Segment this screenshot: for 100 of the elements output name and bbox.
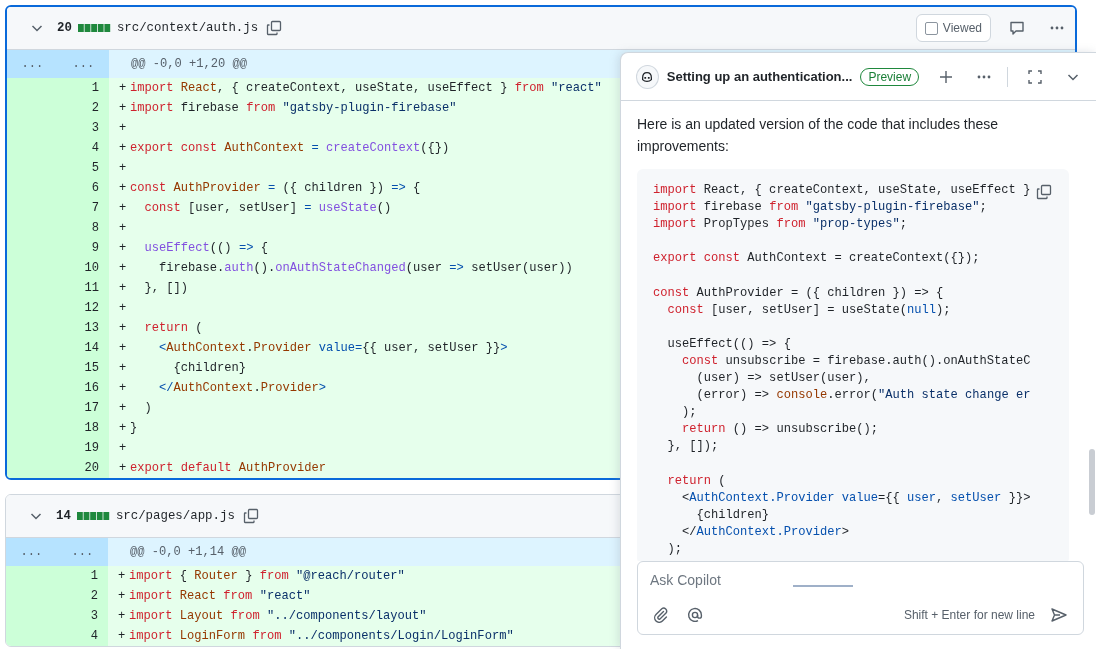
expand-button[interactable]: ...	[6, 538, 57, 566]
code-line: </AuthContext.Provider>	[681, 524, 849, 539]
diff-sign: +	[118, 588, 127, 605]
line-number: 2	[90, 100, 100, 117]
line-number: 19	[83, 440, 100, 457]
line-number: 15	[83, 360, 100, 377]
code-line: </AuthContext.Provider>	[158, 380, 326, 397]
line-number: 5	[90, 160, 100, 177]
diff-sign: +	[119, 280, 128, 297]
viewed-button[interactable]: Viewed	[915, 14, 991, 42]
diff-sign: +	[119, 240, 128, 257]
diff-sign: +	[119, 400, 128, 417]
line-count: 14	[56, 509, 71, 523]
line-number: 9	[90, 240, 100, 257]
diff-sign: +	[119, 260, 128, 277]
line-number: 8	[90, 220, 100, 237]
line-number: 20	[83, 460, 100, 477]
line-number: 2	[89, 588, 99, 605]
line-number: 1	[89, 568, 99, 585]
diff-sign: +	[119, 200, 128, 217]
code-line: return (	[666, 473, 726, 488]
code-line: export const AuthContext = createContext({})	[130, 140, 450, 157]
hunk-header: @@ -0,0 +1,20 @@	[131, 56, 248, 73]
diff-sign: +	[119, 300, 128, 317]
code-line: {children}	[695, 507, 770, 522]
chat-title: Setting up an authentication...	[666, 69, 853, 84]
expand-button[interactable]: ...	[7, 50, 58, 78]
code-line: const [user, setUser] = useState()	[143, 200, 392, 217]
code-line: import { Router } from "@reach/router"	[129, 568, 405, 585]
code-line: import Layout from "../components/layout"	[129, 608, 427, 625]
code-line: }, []);	[666, 439, 719, 454]
code-line: );	[681, 405, 697, 420]
code-line: const AuthProvider = ({ children }) => {	[653, 285, 944, 300]
code-line: import React, { createContext, useState, useEffect } from "react"	[130, 80, 602, 97]
line-count: 20	[57, 21, 72, 35]
code-line: import firebase from "gatsby-plugin-firebase"	[130, 100, 457, 117]
code-line: const AuthProvider = ({ children }) => {	[130, 180, 421, 197]
file-path[interactable]: src/context/auth.js	[116, 21, 259, 35]
code-line: <AuthContext.Provider value={{ user, setUser }}>	[681, 490, 1031, 505]
line-number: 4	[89, 628, 99, 645]
diffstat-icon	[76, 512, 110, 520]
code-line: export const AuthContext = createContext({});	[653, 251, 980, 266]
code-line: import React from "react"	[129, 588, 311, 605]
hunk-header: @@ -0,0 +1,14 @@	[130, 544, 247, 561]
line-number: 16	[83, 380, 100, 397]
line-number: 10	[83, 260, 100, 277]
code-line: import LoginForm from "../components/Login/LoginForm"	[129, 628, 514, 645]
code-line: )	[143, 400, 152, 417]
diff-sign: +	[119, 140, 128, 157]
diff-sign: +	[119, 220, 128, 237]
file-path[interactable]: src/pages/app.js	[115, 509, 235, 523]
diffstat-icon	[77, 24, 111, 32]
line-number: 6	[90, 180, 100, 197]
code-line: (user) => setUser(user),	[695, 371, 871, 386]
code-line: import firebase from "gatsby-plugin-firebase";	[653, 200, 987, 215]
code-line: (error) => console.error("Auth state change er	[695, 388, 1031, 403]
code-line: useEffect(() => {	[143, 240, 268, 257]
code-line: }	[130, 420, 138, 437]
diff-sign: +	[119, 420, 128, 437]
code-line: const [user, setUser] = useState(null);	[666, 302, 951, 317]
diff-sign: +	[119, 340, 128, 357]
line-number: 13	[83, 320, 100, 337]
diff-sign: +	[118, 568, 127, 585]
diff-sign: +	[119, 100, 128, 117]
code-line: export default AuthProvider	[130, 460, 326, 477]
code-line: <AuthContext.Provider value={{ user, setUser }}>	[158, 340, 508, 357]
expand-button[interactable]: ...	[58, 50, 109, 78]
chat-message: Here is an updated version of the code that includes these improvements:	[637, 115, 1000, 156]
line-number: 4	[90, 140, 100, 157]
expand-button[interactable]: ...	[57, 538, 108, 566]
line-number: 12	[83, 300, 100, 317]
diff-sign: +	[119, 460, 128, 477]
code-line: const unsubscribe = firebase.auth().onAuthStateC	[681, 353, 1031, 368]
line-number: 14	[83, 340, 100, 357]
code-line: import PropTypes from "prop-types";	[653, 217, 908, 232]
diff-sign: +	[118, 608, 127, 625]
diff-sign: +	[119, 160, 128, 177]
line-number: 11	[83, 280, 100, 297]
scrollbar[interactable]	[1089, 449, 1095, 515]
line-number: 3	[89, 608, 99, 625]
code-line: return (	[143, 320, 203, 337]
input-hint: Shift + Enter for new line	[903, 608, 1035, 622]
checkbox[interactable]	[924, 21, 938, 35]
line-number: 17	[83, 400, 100, 417]
diff-sign: +	[119, 360, 128, 377]
code-line: );	[666, 541, 683, 556]
line-number: 18	[83, 420, 100, 437]
code-line: return () => unsubscribe();	[681, 422, 878, 437]
diff-sign: +	[119, 180, 128, 197]
code-line: {children}	[172, 360, 247, 377]
line-number: 1	[90, 80, 100, 97]
diff-sign: +	[119, 440, 128, 457]
diff-sign: +	[119, 320, 128, 337]
diff-sign: +	[119, 120, 128, 137]
diff-sign: +	[118, 628, 127, 645]
code-line: firebase.auth().onAuthStateChanged(user => setUser(user))	[158, 260, 573, 277]
code-line: }, [])	[143, 280, 189, 297]
line-number: 3	[90, 120, 100, 137]
code-line: useEffect(() => {	[666, 336, 791, 351]
code-line: import React, { createContext, useState, useEffect }	[653, 183, 1031, 197]
